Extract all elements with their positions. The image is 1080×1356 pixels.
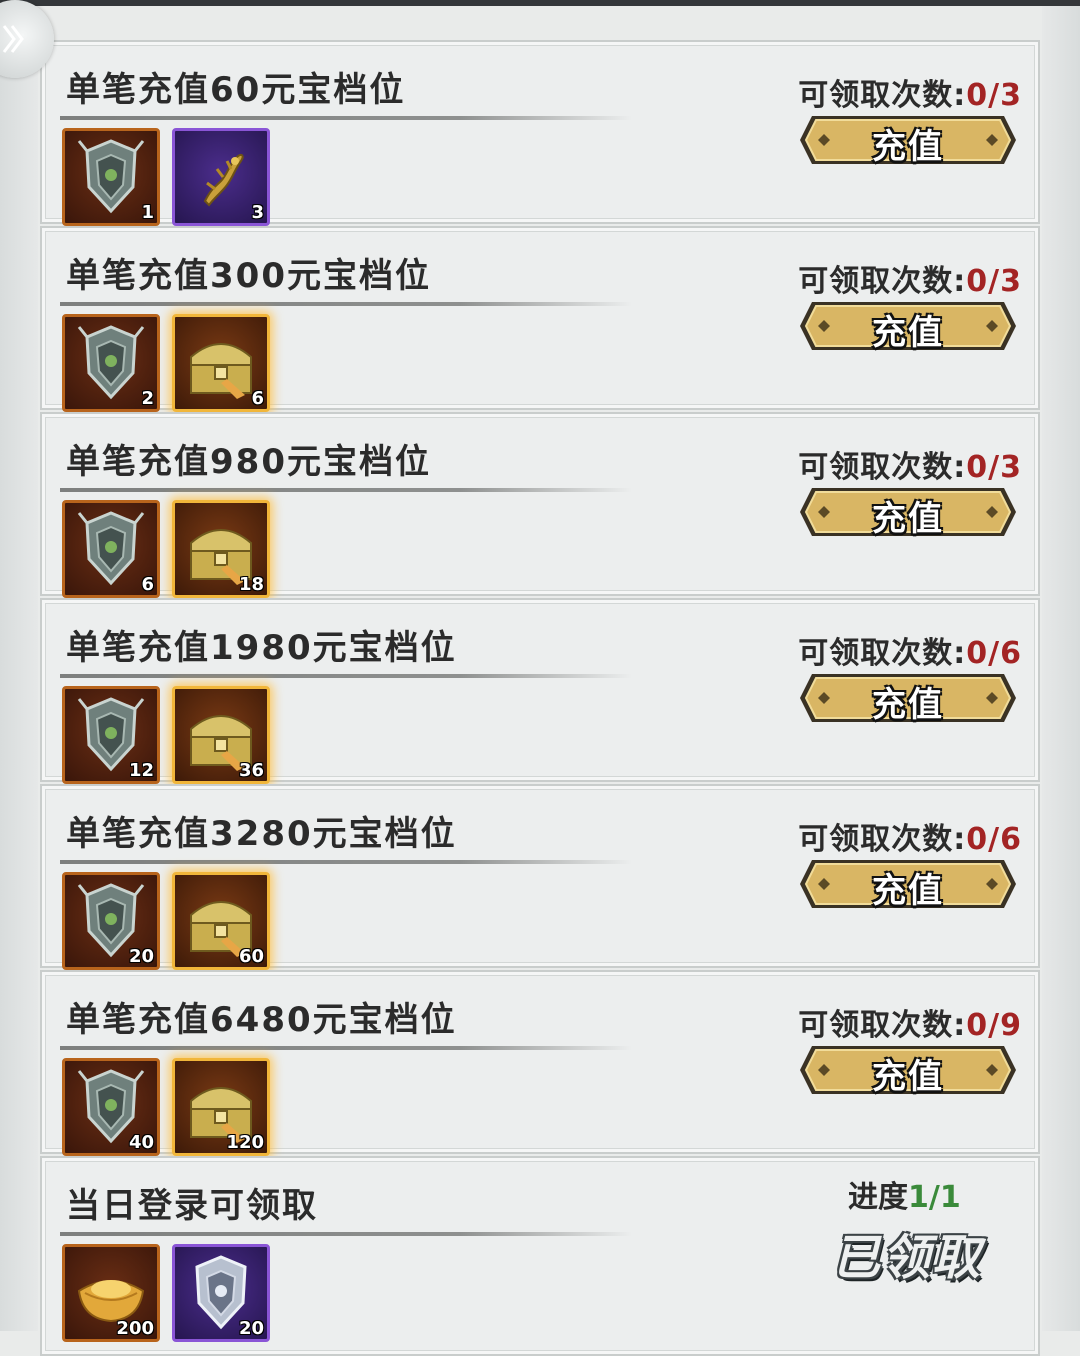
daily-login-title: 当日登录可领取 [66, 1186, 318, 1226]
item-quantity: 1 [141, 202, 154, 223]
item-quantity: 18 [238, 574, 264, 595]
item-quantity: 6 [141, 574, 154, 595]
reward-item[interactable]: 1 [62, 128, 160, 226]
daily-progress: 进度1/1 [848, 1172, 961, 1216]
right-border-decoration [1042, 6, 1080, 1331]
reward-item[interactable]: 200 [62, 1244, 160, 1342]
claim-count-value: 0/3 [966, 78, 1022, 113]
item-quantity: 3 [251, 202, 264, 223]
reward-item[interactable]: 60 [172, 872, 270, 970]
claim-count: 可领取次数:0/3 [798, 256, 1022, 300]
claim-count: 可领取次数:0/6 [798, 814, 1022, 858]
left-border-decoration [0, 6, 38, 1331]
claim-count-label: 可领取次数: [798, 822, 967, 857]
reward-item[interactable]: 36 [172, 686, 270, 784]
tier-title: 单笔充值980元宝档位 [66, 442, 431, 482]
claim-count-value: 0/6 [966, 636, 1022, 671]
claim-count-label: 可领取次数: [798, 1008, 967, 1043]
reward-item[interactable]: 6 [172, 314, 270, 412]
progress-label: 进度 [848, 1180, 908, 1215]
recharge-button[interactable]: 充值 [798, 112, 1018, 168]
claim-count-value: 0/3 [966, 450, 1022, 485]
title-divider [60, 116, 632, 120]
claim-count: 可领取次数:0/6 [798, 628, 1022, 672]
claim-count-label: 可领取次数: [798, 264, 967, 299]
reward-item[interactable]: 20 [62, 872, 160, 970]
recharge-button-label: 充值 [872, 871, 944, 911]
tier-title: 单笔充值300元宝档位 [66, 256, 431, 296]
claim-count-value: 0/9 [966, 1008, 1022, 1043]
claim-count: 可领取次数:0/9 [798, 1000, 1022, 1044]
reward-item[interactable]: 6 [62, 500, 160, 598]
recharge-button[interactable]: 充值 [798, 484, 1018, 540]
item-quantity: 20 [238, 1318, 264, 1339]
item-quantity: 20 [128, 946, 154, 967]
claim-count: 可领取次数:0/3 [798, 442, 1022, 486]
recharge-button-label: 充值 [872, 499, 944, 539]
tier-row: 单笔充值60元宝档位 1 3 可领取次数:0/3 充值 [40, 40, 1040, 226]
claim-count-label: 可领取次数: [798, 78, 967, 113]
claimed-status: 已领取 [832, 1230, 983, 1286]
recharge-button[interactable]: 充值 [798, 298, 1018, 354]
tier-title: 单笔充值3280元宝档位 [66, 814, 457, 854]
claim-count-value: 0/3 [966, 264, 1022, 299]
tier-title: 单笔充值6480元宝档位 [66, 1000, 457, 1040]
progress-value: 1/1 [908, 1180, 961, 1215]
item-quantity: 6 [251, 388, 264, 409]
item-quantity: 120 [226, 1132, 264, 1153]
tier-row: 单笔充值980元宝档位 6 18 可领取次数:0/3 充值 [40, 412, 1040, 598]
title-divider [60, 860, 632, 864]
reward-item[interactable]: 120 [172, 1058, 270, 1156]
claim-count: 可领取次数:0/3 [798, 70, 1022, 114]
reward-item[interactable]: 12 [62, 686, 160, 784]
title-divider [60, 488, 632, 492]
reward-item[interactable]: 2 [62, 314, 160, 412]
claim-count-value: 0/6 [966, 822, 1022, 857]
tier-row: 单笔充值3280元宝档位 20 60 可领取次数:0/6 充值 [40, 784, 1040, 970]
item-quantity: 12 [128, 760, 154, 781]
top-bar [0, 0, 1080, 6]
title-divider [60, 1232, 632, 1236]
tier-title: 单笔充值1980元宝档位 [66, 628, 457, 668]
reward-item[interactable]: 18 [172, 500, 270, 598]
tier-title: 单笔充值60元宝档位 [66, 70, 406, 110]
recharge-button[interactable]: 充值 [798, 856, 1018, 912]
tier-row: 单笔充值300元宝档位 2 6 可领取次数:0/3 充值 [40, 226, 1040, 412]
item-quantity: 2 [141, 388, 154, 409]
recharge-button-label: 充值 [872, 313, 944, 353]
item-quantity: 40 [128, 1132, 154, 1153]
recharge-button-label: 充值 [872, 1057, 944, 1097]
recharge-button-label: 充值 [872, 685, 944, 725]
title-divider [60, 674, 632, 678]
double-chevron-right-icon [2, 25, 24, 53]
daily-login-row: 当日登录可领取 200 20 进度1/1 已领取 [40, 1156, 1040, 1356]
tier-row: 单笔充值1980元宝档位 12 36 可领取次数:0/6 充值 [40, 598, 1040, 784]
reward-item[interactable]: 3 [172, 128, 270, 226]
title-divider [60, 302, 632, 306]
item-quantity: 200 [116, 1318, 154, 1339]
reward-item[interactable]: 20 [172, 1244, 270, 1342]
reward-item[interactable]: 40 [62, 1058, 160, 1156]
recharge-button[interactable]: 充值 [798, 1042, 1018, 1098]
item-quantity: 36 [238, 760, 264, 781]
recharge-button-label: 充值 [872, 127, 944, 167]
tier-row: 单笔充值6480元宝档位 40 120 可领取次数:0/9 充值 [40, 970, 1040, 1156]
item-quantity: 60 [238, 946, 264, 967]
title-divider [60, 1046, 632, 1050]
claim-count-label: 可领取次数: [798, 636, 967, 671]
claim-count-label: 可领取次数: [798, 450, 967, 485]
recharge-button[interactable]: 充值 [798, 670, 1018, 726]
